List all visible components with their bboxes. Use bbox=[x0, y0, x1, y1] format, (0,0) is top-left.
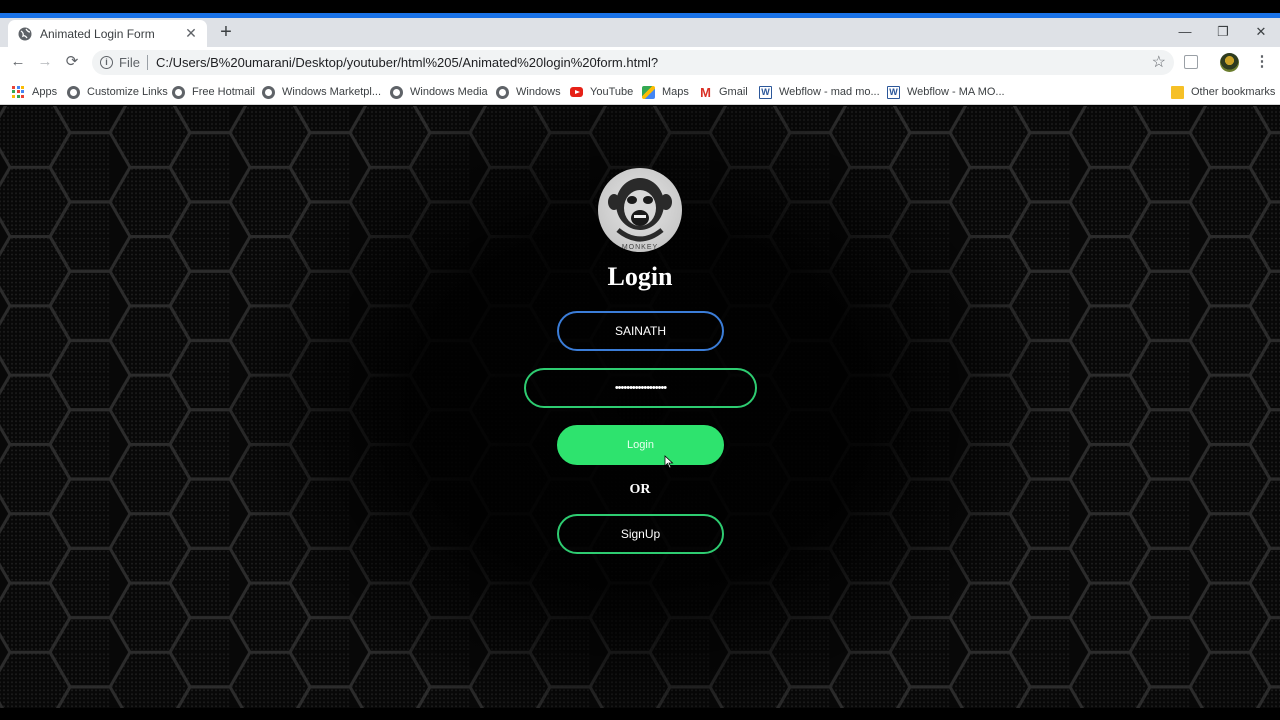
monkey-logo-icon: MONKEY bbox=[598, 168, 682, 252]
screen-bottom-strip bbox=[0, 708, 1280, 720]
bookmark-label: Free Hotmail bbox=[192, 86, 255, 98]
browser-menu-icon[interactable]: ⋮ bbox=[1254, 53, 1270, 73]
bookmark-label: YouTube bbox=[590, 86, 634, 98]
reload-button[interactable]: ⟳ bbox=[61, 51, 83, 73]
bookmark-label: Customize Links bbox=[87, 86, 168, 98]
bookmark-youtube[interactable]: YouTube bbox=[570, 82, 633, 102]
bookmark-windows-marketplace[interactable]: Windows Marketpl... bbox=[262, 82, 381, 102]
bookmark-webflow-ma-mo[interactable]: W Webflow - MA MO... bbox=[887, 82, 1005, 102]
bookmark-label: Webflow - mad mo... bbox=[779, 86, 880, 98]
bookmark-label: Apps bbox=[32, 86, 58, 98]
bookmark-free-hotmail[interactable]: Free Hotmail bbox=[172, 82, 255, 102]
tab-title: Animated Login Form bbox=[40, 26, 155, 41]
globe-icon bbox=[390, 85, 403, 99]
bookmark-apps[interactable]: Apps bbox=[12, 82, 57, 102]
url-text[interactable]: C:/Users/B%20umarani/Desktop/youtuber/ht… bbox=[156, 55, 658, 70]
browser-toolbar: ← → ⟳ i File C:/Users/B%20umarani/Deskto… bbox=[0, 47, 1280, 78]
scheme-label: File bbox=[119, 55, 140, 70]
forward-button[interactable]: → bbox=[34, 51, 56, 73]
word-icon: W bbox=[887, 85, 900, 99]
apps-grid-icon bbox=[12, 85, 25, 99]
bookmark-label: Gmail bbox=[719, 86, 748, 98]
screen-top-strip bbox=[0, 0, 1280, 13]
new-tab-button[interactable]: + bbox=[215, 22, 237, 44]
bookmark-webflow-mad-mo[interactable]: W Webflow - mad mo... bbox=[759, 82, 880, 102]
bookmark-label: Other bookmarks bbox=[1191, 86, 1276, 98]
globe-icon bbox=[262, 85, 275, 99]
word-icon: W bbox=[759, 85, 772, 99]
bookmark-label: Webflow - MA MO... bbox=[907, 86, 1005, 98]
globe-icon bbox=[18, 27, 32, 40]
back-button[interactable]: ← bbox=[7, 51, 29, 73]
bookmark-star-icon[interactable]: ☆ bbox=[1152, 52, 1166, 72]
globe-icon bbox=[496, 85, 509, 99]
youtube-icon bbox=[570, 87, 583, 97]
password-input[interactable] bbox=[524, 368, 757, 408]
mouse-cursor-icon bbox=[664, 455, 674, 469]
bookmark-customize-links[interactable]: Customize Links bbox=[67, 82, 168, 102]
bookmark-label: Windows Marketpl... bbox=[282, 86, 382, 98]
folder-icon bbox=[1171, 85, 1184, 99]
bookmarks-bar: Apps Customize Links Free Hotmail Window… bbox=[0, 78, 1280, 105]
close-window-button[interactable]: ✕ bbox=[1242, 18, 1280, 47]
maps-icon bbox=[642, 85, 655, 99]
address-divider bbox=[146, 55, 148, 70]
tab-strip: Animated Login Form ✕ + — ❐ ✕ bbox=[0, 18, 1280, 47]
login-button[interactable]: Login bbox=[557, 425, 724, 465]
or-separator: OR bbox=[629, 482, 651, 497]
bookmark-other-bookmarks[interactable]: Other bookmarks bbox=[1171, 82, 1275, 102]
bookmark-label: Windows Media bbox=[410, 86, 488, 98]
svg-text:MONKEY: MONKEY bbox=[622, 244, 658, 251]
bookmark-gmail[interactable]: M Gmail bbox=[699, 82, 748, 102]
bookmark-label: Windows bbox=[516, 86, 561, 98]
globe-icon bbox=[67, 85, 80, 99]
bookmark-maps[interactable]: Maps bbox=[642, 82, 689, 102]
tab-animated-login-form[interactable]: Animated Login Form ✕ bbox=[8, 20, 207, 47]
address-bar[interactable]: i File C:/Users/B%20umarani/Desktop/yout… bbox=[92, 50, 1174, 75]
bookmark-windows[interactable]: Windows bbox=[496, 82, 561, 102]
info-icon[interactable]: i bbox=[100, 56, 113, 69]
signup-button[interactable]: SignUp bbox=[557, 514, 724, 554]
restore-button[interactable]: ❐ bbox=[1204, 18, 1242, 47]
extension-icon[interactable] bbox=[1184, 55, 1198, 69]
minimize-button[interactable]: — bbox=[1166, 18, 1204, 47]
gmail-icon: M bbox=[700, 84, 711, 100]
globe-icon bbox=[172, 85, 185, 99]
bookmark-label: Maps bbox=[662, 86, 689, 98]
page-title: Login bbox=[607, 262, 673, 291]
username-input[interactable] bbox=[557, 311, 724, 351]
profile-avatar[interactable] bbox=[1220, 53, 1239, 72]
page-content: MONKEY Login Login OR SignUp bbox=[0, 106, 1280, 708]
bookmark-windows-media[interactable]: Windows Media bbox=[390, 82, 488, 102]
close-tab-icon[interactable]: ✕ bbox=[183, 25, 199, 42]
